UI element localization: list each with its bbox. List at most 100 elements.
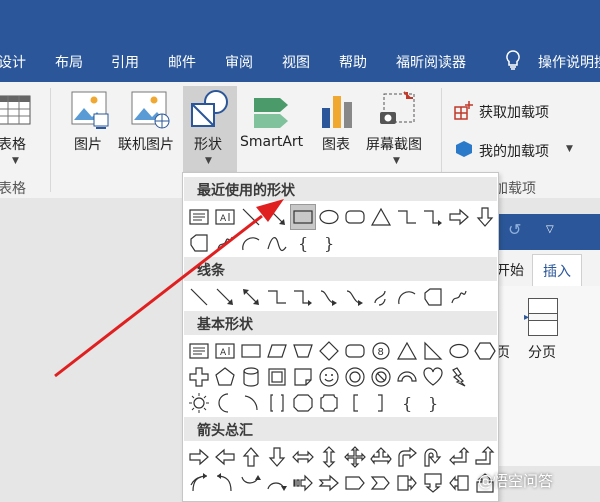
lightning-shape-icon[interactable] [447,365,471,389]
lcallout-shape-icon[interactable] [447,471,471,495]
hexagon-shape-icon[interactable] [473,339,497,363]
rbrace-shape-icon[interactable]: } [317,231,341,255]
my-addins-icon[interactable] [455,140,473,162]
freeform-shape-icon[interactable] [187,231,211,255]
lbracket-shape-icon[interactable] [343,391,367,415]
lbrace-shape-icon[interactable]: { [291,231,315,255]
screenshot-icon[interactable] [378,90,418,134]
vtextbox-shape-icon[interactable]: A [213,339,237,363]
curvedup-shape-icon[interactable] [239,471,263,495]
tab-insert-active[interactable]: 插入 [532,254,582,287]
rect-shape-icon[interactable] [290,204,316,230]
line-shape-icon[interactable] [239,205,263,229]
curvedcon-shape-icon[interactable] [343,285,367,309]
tri-shape-icon[interactable] [395,339,419,363]
rtri-shape-icon[interactable] [421,339,445,363]
cube-shape-icon[interactable] [265,365,289,389]
rbrace-shape-icon[interactable]: } [421,391,445,415]
darrow-shape-icon[interactable] [473,205,497,229]
redo-icon[interactable]: ↺ [508,220,521,239]
octshape-shape-icon[interactable] [291,391,315,415]
chart-icon[interactable] [318,92,358,134]
freeform-shape-icon[interactable] [421,285,445,309]
tab-design[interactable]: 设计 [0,52,26,72]
lrup-shape-icon[interactable] [369,445,393,469]
screenshot-button-label[interactable]: 屏幕截图 [366,134,422,154]
curvedcon-shape-icon[interactable] [317,285,341,309]
notched-shape-icon[interactable] [317,471,341,495]
rect-shape-icon[interactable] [239,339,263,363]
store-icon[interactable] [454,100,474,124]
tab-references[interactable]: 引用 [111,52,139,72]
heart-shape-icon[interactable] [421,365,445,389]
tab-insert[interactable]: 插入 [543,261,571,281]
moon-shape-icon[interactable] [213,391,237,415]
my-addins-button[interactable]: 我的加载项 [479,141,549,161]
vtextbox-shape-icon[interactable]: A [213,205,237,229]
smiley-shape-icon[interactable] [317,365,341,389]
rarrow-shape-icon[interactable] [187,445,211,469]
octagon8-shape-icon[interactable]: 8 [369,339,393,363]
noentry-shape-icon[interactable] [369,365,393,389]
ellipse-shape-icon[interactable] [447,339,471,363]
tab-view[interactable]: 视图 [282,52,310,72]
curveddown-shape-icon[interactable] [265,471,289,495]
trapezoid-shape-icon[interactable] [291,339,315,363]
larrow-shape-icon[interactable] [213,445,237,469]
elbow-shape-icon[interactable] [265,285,289,309]
can-shape-icon[interactable] [239,365,263,389]
dcallout-shape-icon[interactable] [421,471,445,495]
quadarrow-shape-icon[interactable] [343,445,367,469]
scribble-shape-icon[interactable] [213,231,237,255]
lrarrow-shape-icon[interactable] [291,445,315,469]
chevron-down-icon[interactable]: ▼ [566,144,573,154]
line-shape-icon[interactable] [187,285,211,309]
rbracket-shape-icon[interactable] [369,391,393,415]
smartart-button-label[interactable]: SmartArt [240,134,303,150]
textbox-shape-icon[interactable] [187,339,211,363]
elbowarrow-shape-icon[interactable] [291,285,315,309]
uarrow-shape-icon[interactable] [239,445,263,469]
elbowarrow-shape-icon[interactable] [421,205,445,229]
tab-foxit-reader[interactable]: 福昕阅读器 [396,52,466,72]
tab-mailings[interactable]: 邮件 [168,52,196,72]
pentagon-shape-icon[interactable] [213,365,237,389]
chevron-down-icon[interactable]: ▼ [12,156,19,166]
dbracket-shape-icon[interactable] [265,391,289,415]
ellipse-shape-icon[interactable] [317,205,341,229]
tri-shape-icon[interactable] [369,205,393,229]
plaque-shape-icon[interactable] [317,391,341,415]
online-picture-icon[interactable] [130,90,170,134]
lbrace-shape-icon[interactable]: { [395,391,419,415]
arrowline-shape-icon[interactable] [265,205,289,229]
squiggle-shape-icon[interactable] [369,285,393,309]
shapes-button-label[interactable]: 形状 [194,134,222,154]
tell-me-search[interactable]: 操作说明搜 [538,52,600,72]
dblarrow-shape-icon[interactable] [239,285,263,309]
curve-shape-icon[interactable] [265,231,289,255]
curvedright-shape-icon[interactable] [187,471,211,495]
curvedleft-shape-icon[interactable] [213,471,237,495]
page-break-icon[interactable] [528,298,558,336]
arcopen-shape-icon[interactable] [239,391,263,415]
tab-start[interactable]: 开始 [496,260,524,280]
smartart-icon[interactable] [252,94,292,134]
arrowline-shape-icon[interactable] [213,285,237,309]
uturn-shape-icon[interactable] [421,445,445,469]
foldcorner-shape-icon[interactable] [291,365,315,389]
rrect-shape-icon[interactable] [343,339,367,363]
chart-button-label[interactable]: 图表 [322,134,350,154]
rarrow-shape-icon[interactable] [447,205,471,229]
chevron-down-icon[interactable]: ▽ [546,224,554,235]
get-addins-button[interactable]: 获取加载项 [479,102,549,122]
chevron-down-icon[interactable]: ▼ [205,156,212,166]
rrect-shape-icon[interactable] [343,205,367,229]
page-break-label[interactable]: 分页 [528,342,556,362]
lightbulb-icon[interactable] [503,49,523,75]
diamond-shape-icon[interactable] [317,339,341,363]
leftup-shape-icon[interactable] [447,445,471,469]
arc-shape-icon[interactable] [395,285,419,309]
blockarc-shape-icon[interactable] [395,365,419,389]
udarrow-shape-icon[interactable] [317,445,341,469]
shapes-icon[interactable] [188,88,232,134]
